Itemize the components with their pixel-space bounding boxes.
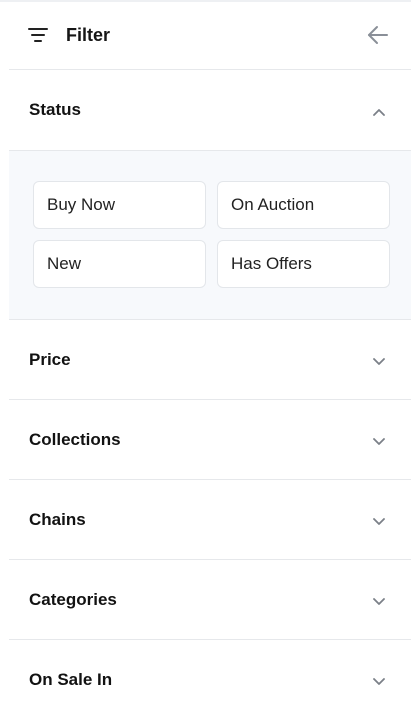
filter-lines-icon xyxy=(28,27,48,43)
chevron-down-icon xyxy=(371,674,387,686)
status-section-header[interactable]: Status xyxy=(9,70,411,151)
status-chip-new[interactable]: New xyxy=(33,240,206,288)
status-options: Buy Now On Auction New Has Offers xyxy=(9,151,411,320)
collections-title: Collections xyxy=(29,430,121,449)
filter-panel: Filter Status Buy Now On Auction New Has… xyxy=(0,0,411,711)
price-section[interactable]: Price xyxy=(9,320,411,400)
status-title: Status xyxy=(29,100,81,119)
filter-title: Filter xyxy=(66,25,111,45)
collections-section[interactable]: Collections xyxy=(9,400,411,480)
arrow-left-icon xyxy=(365,26,391,51)
back-button[interactable] xyxy=(365,23,391,47)
status-chip-buy-now[interactable]: Buy Now xyxy=(33,181,206,229)
chains-section[interactable]: Chains xyxy=(9,480,411,560)
filter-header: Filter xyxy=(9,0,411,70)
price-title: Price xyxy=(29,350,71,369)
chevron-up-icon xyxy=(371,105,387,117)
chains-title: Chains xyxy=(29,510,86,529)
chevron-down-icon xyxy=(371,514,387,526)
categories-title: Categories xyxy=(29,590,117,609)
on-sale-in-title: On Sale In xyxy=(29,670,113,689)
on-sale-in-section[interactable]: On Sale In xyxy=(9,640,411,711)
categories-section[interactable]: Categories xyxy=(9,560,411,640)
chevron-down-icon xyxy=(371,434,387,446)
chevron-down-icon xyxy=(371,594,387,606)
chevron-down-icon xyxy=(371,354,387,366)
status-chip-on-auction[interactable]: On Auction xyxy=(217,181,390,229)
status-chip-has-offers[interactable]: Has Offers xyxy=(217,240,390,288)
